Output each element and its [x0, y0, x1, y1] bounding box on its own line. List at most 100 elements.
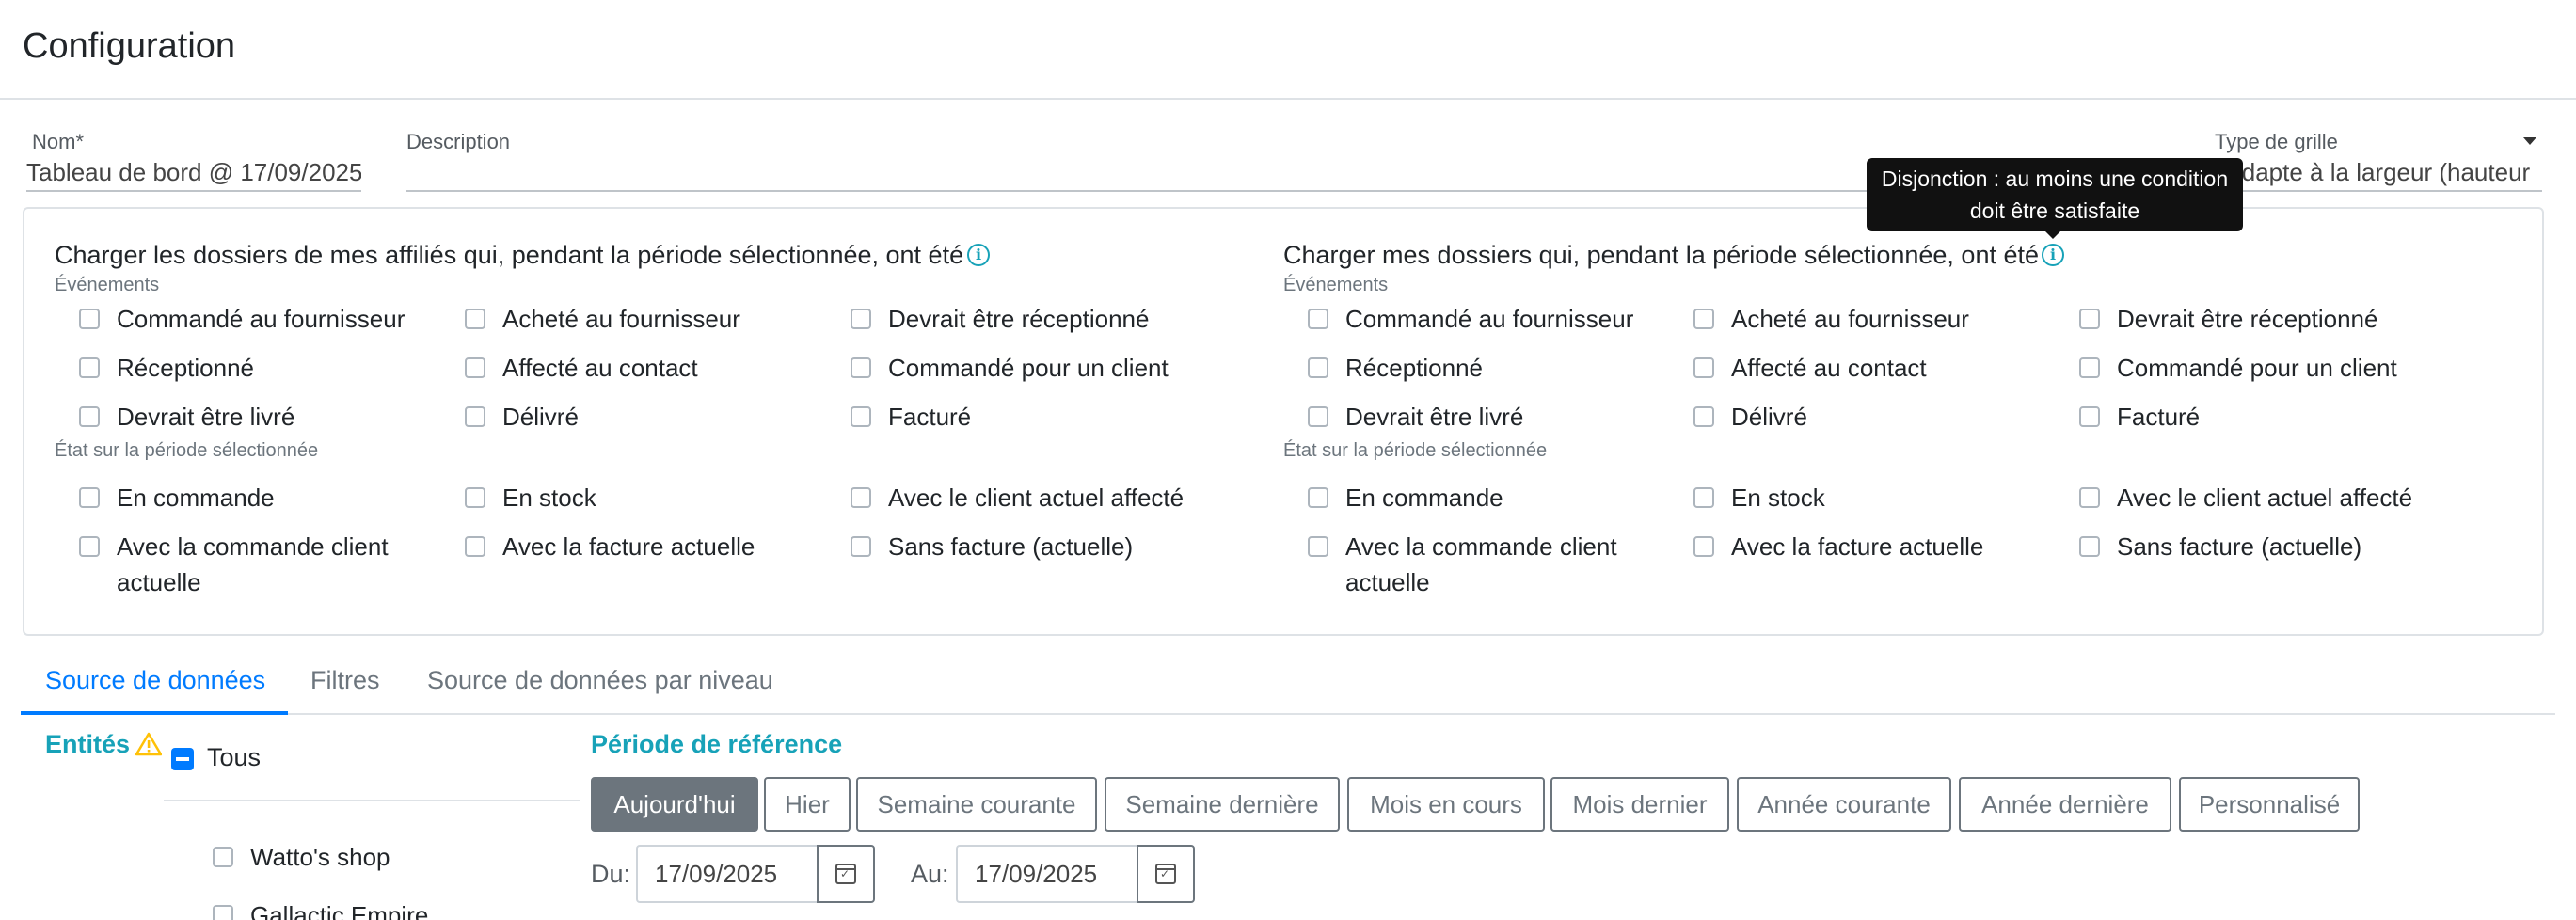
affiliates-group-title: Charger les dossiers de mes affiliés qui… — [55, 241, 964, 269]
period-last-month-button[interactable]: Mois dernier — [1550, 777, 1729, 832]
tab-data-source-by-level[interactable]: Source de données par niveau — [427, 649, 773, 715]
from-date-input[interactable]: 17/09/2025 — [636, 845, 819, 903]
checkbox-right-on-order[interactable]: En commande — [1308, 480, 1503, 516]
checkbox-box[interactable] — [1308, 536, 1328, 557]
checkbox-left-bought-supplier[interactable]: Acheté au fournisseur — [465, 301, 740, 337]
checkbox-box[interactable] — [79, 406, 100, 427]
checkbox-box[interactable] — [2079, 536, 2100, 557]
checkbox-right-ordered-supplier[interactable]: Commandé au fournisseur — [1308, 301, 1633, 337]
disjunction-tooltip: Disjonction : au moins une condition doi… — [1867, 158, 2243, 231]
checkbox-right-current-client-order[interactable]: Avec la commande client actuelle — [1308, 529, 1656, 600]
checkbox-box[interactable] — [851, 536, 871, 557]
tooltip-arrow — [2043, 230, 2062, 239]
period-yesterday-button[interactable]: Hier — [764, 777, 851, 832]
checkbox-box[interactable] — [1693, 357, 1714, 378]
checkbox-left-in-stock[interactable]: En stock — [465, 480, 596, 516]
chevron-down-icon[interactable] — [2523, 137, 2536, 145]
checkbox-box[interactable] — [79, 487, 100, 508]
period-today-button[interactable]: Aujourd'hui — [591, 777, 758, 832]
checkbox-box[interactable] — [79, 309, 100, 329]
from-date-picker-button[interactable] — [817, 845, 875, 903]
checkbox-box[interactable] — [851, 487, 871, 508]
checkbox-box[interactable] — [1693, 487, 1714, 508]
to-date-input[interactable]: 17/09/2025 — [956, 845, 1138, 903]
calendar-icon — [1155, 864, 1176, 884]
checkbox-box[interactable] — [465, 536, 485, 557]
period-current-month-button[interactable]: Mois en cours — [1347, 777, 1545, 832]
name-input[interactable]: Tableau de bord @ 17/09/2025 — [26, 158, 361, 187]
checkbox-box[interactable] — [79, 536, 100, 557]
to-date-picker-button[interactable] — [1137, 845, 1195, 903]
grid-type-label: Type de grille — [2215, 130, 2338, 153]
checkbox-left-ordered-supplier[interactable]: Commandé au fournisseur — [79, 301, 405, 337]
checkbox-box[interactable] — [2079, 309, 2100, 329]
checkbox-box[interactable] — [851, 357, 871, 378]
events-section-label: Événements — [1283, 275, 1389, 295]
checkbox-left-delivered[interactable]: Délivré — [465, 399, 579, 435]
entity-item[interactable]: Gallactic Empire — [213, 897, 428, 920]
checkbox-box[interactable] — [1693, 309, 1714, 329]
period-last-year-button[interactable]: Année dernière — [1959, 777, 2171, 832]
checkbox-left-should-be-delivered[interactable]: Devrait être livré — [79, 399, 294, 435]
grid-type-select[interactable]: S'adapte à la largeur (hauteur — [2207, 158, 2544, 187]
checkbox-box[interactable] — [2079, 487, 2100, 508]
checkbox-right-bought-supplier[interactable]: Acheté au fournisseur — [1693, 301, 1969, 337]
checkbox-right-current-invoice[interactable]: Avec la facture actuelle — [1693, 529, 1983, 564]
warning-icon — [135, 732, 162, 756]
checkbox-box[interactable] — [1693, 406, 1714, 427]
checkbox-box[interactable] — [851, 309, 871, 329]
period-custom-button[interactable]: Personnalisé — [2179, 777, 2360, 832]
checkbox-right-current-client[interactable]: Avec le client actuel affecté — [2079, 480, 2412, 516]
checkbox-box[interactable] — [1308, 406, 1328, 427]
checkbox-right-delivered[interactable]: Délivré — [1693, 399, 1807, 435]
tab-data-source[interactable]: Source de données — [21, 649, 288, 715]
checkbox-box[interactable] — [2079, 357, 2100, 378]
select-all-label: Tous — [207, 743, 262, 771]
description-label: Description — [406, 130, 511, 153]
checkbox-box[interactable] — [465, 357, 485, 378]
events-section-label: Événements — [55, 275, 160, 295]
checkbox-box[interactable] — [79, 357, 100, 378]
checkbox-left-on-order[interactable]: En commande — [79, 480, 275, 516]
checkbox-box[interactable] — [1308, 309, 1328, 329]
checkbox-box[interactable] — [465, 487, 485, 508]
page-header: Configuration — [0, 0, 2576, 100]
checkbox-right-in-stock[interactable]: En stock — [1693, 480, 1825, 516]
checkbox-box[interactable] — [2079, 406, 2100, 427]
info-icon[interactable]: i — [967, 244, 990, 266]
entity-item[interactable]: Watto's shop — [213, 839, 390, 875]
checkbox-left-invoiced[interactable]: Facturé — [851, 399, 971, 435]
checkbox-right-received[interactable]: Réceptionné — [1308, 350, 1483, 386]
tab-filters[interactable]: Filtres — [310, 649, 380, 715]
checkbox-left-ordered-for-client[interactable]: Commandé pour un client — [851, 350, 1169, 386]
checkbox-box[interactable] — [1693, 536, 1714, 557]
checkbox-box[interactable] — [851, 406, 871, 427]
checkbox-left-no-invoice[interactable]: Sans facture (actuelle) — [851, 529, 1133, 564]
checkbox-right-should-be-delivered[interactable]: Devrait être livré — [1308, 399, 1523, 435]
calendar-icon — [835, 864, 856, 884]
entities-label: Entités — [45, 730, 131, 758]
checkbox-box[interactable] — [465, 406, 485, 427]
checkbox-box[interactable] — [213, 905, 233, 920]
checkbox-right-ordered-for-client[interactable]: Commandé pour un client — [2079, 350, 2397, 386]
checkbox-right-assigned-contact[interactable]: Affecté au contact — [1693, 350, 1927, 386]
checkbox-box[interactable] — [1308, 487, 1328, 508]
checkbox-box[interactable] — [213, 847, 233, 867]
checkbox-left-current-client-order[interactable]: Avec la commande client actuelle — [79, 529, 427, 600]
period-current-year-button[interactable]: Année courante — [1737, 777, 1951, 832]
checkbox-right-should-be-received[interactable]: Devrait être réceptionné — [2079, 301, 2377, 337]
checkbox-left-assigned-contact[interactable]: Affecté au contact — [465, 350, 698, 386]
checkbox-right-invoiced[interactable]: Facturé — [2079, 399, 2200, 435]
checkbox-left-current-invoice[interactable]: Avec la facture actuelle — [465, 529, 755, 564]
select-all-checkbox[interactable] — [171, 748, 194, 770]
checkbox-box[interactable] — [1308, 357, 1328, 378]
checkbox-right-no-invoice[interactable]: Sans facture (actuelle) — [2079, 529, 2361, 564]
checkbox-box[interactable] — [465, 309, 485, 329]
name-underline — [26, 190, 361, 192]
checkbox-left-current-client[interactable]: Avec le client actuel affecté — [851, 480, 1184, 516]
info-icon[interactable]: i — [2042, 244, 2064, 266]
checkbox-left-should-be-received[interactable]: Devrait être réceptionné — [851, 301, 1149, 337]
checkbox-left-received[interactable]: Réceptionné — [79, 350, 254, 386]
period-current-week-button[interactable]: Semaine courante — [856, 777, 1097, 832]
period-last-week-button[interactable]: Semaine dernière — [1105, 777, 1340, 832]
